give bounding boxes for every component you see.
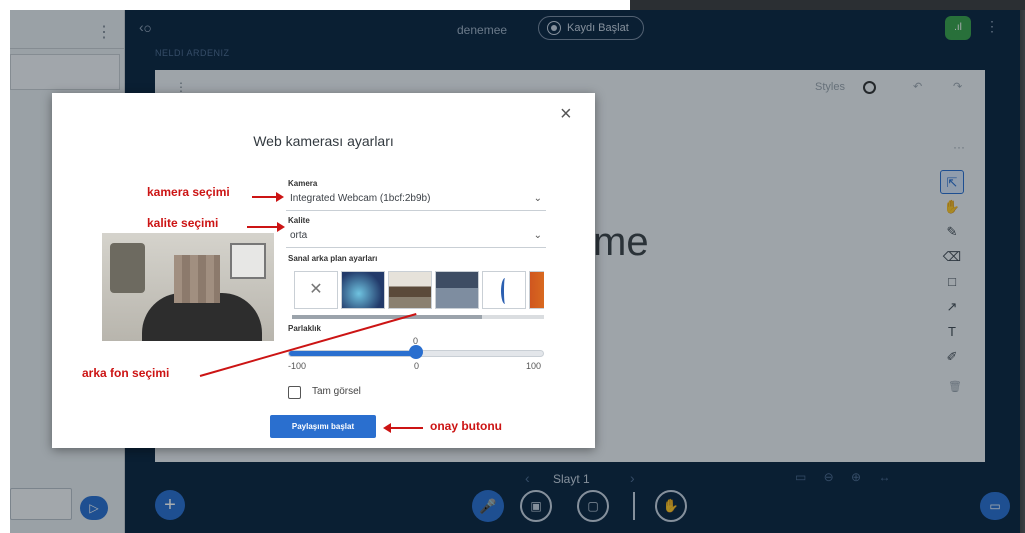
webcam-settings-dialog: Web kamerası ayarları × Kamera Integrate… [52, 93, 595, 448]
camera-value: Integrated Webcam (1bcf:2b9b) [290, 193, 431, 204]
background-option-4[interactable] [482, 271, 526, 309]
annotation-arrow-quality [247, 222, 285, 232]
quality-label: Kalite [288, 216, 310, 225]
background-option-1[interactable] [341, 271, 385, 309]
annotation-background: arka fon seçimi [82, 366, 170, 380]
background-label: Sanal arka plan ayarları [288, 254, 378, 263]
annotation-quality: kalite seçimi [147, 216, 219, 230]
start-sharing-button[interactable]: Paylaşımı başlat [270, 415, 376, 438]
background-option-3[interactable] [435, 271, 479, 309]
dialog-title: Web kamerası ayarları [253, 133, 394, 149]
screenshot-frame: ⋮ ▷ ‹ဝ denemee Kaydı Başlat .ıl ⋮ NELDI … [0, 0, 1025, 533]
chevron-down-icon: ⌄ [533, 193, 542, 204]
logo-swirl [501, 278, 509, 304]
background-option-5[interactable] [529, 271, 544, 309]
preview-plant [110, 243, 145, 293]
preview-picture-frame [230, 243, 266, 279]
annotation-confirm: onay butonu [430, 419, 502, 433]
close-icon[interactable]: × [560, 103, 572, 126]
background-scrollbar[interactable] [292, 315, 544, 319]
camera-select[interactable]: Integrated Webcam (1bcf:2b9b) ⌄ [286, 189, 546, 211]
background-option-2[interactable] [388, 271, 432, 309]
slider-knob[interactable] [409, 345, 423, 359]
camera-preview [102, 233, 274, 341]
annotation-camera: kamera seçimi [147, 185, 230, 199]
brightness-max: 100 [526, 361, 542, 371]
preview-blurred-face [174, 255, 220, 303]
quality-value: orta [290, 230, 308, 241]
scrollbar-thumb[interactable] [292, 315, 482, 319]
background-options: ✕ [292, 271, 544, 313]
annotation-arrow-camera [252, 192, 284, 202]
brightness-label: Parlaklık [288, 324, 321, 333]
chevron-down-icon: ⌄ [533, 230, 542, 241]
brightness-mid: 0 [414, 361, 420, 371]
quality-select[interactable]: orta ⌄ [286, 226, 546, 248]
full-view-checkbox[interactable] [288, 386, 301, 399]
full-view-label: Tam görsel [312, 386, 361, 397]
background-none-option[interactable]: ✕ [294, 271, 338, 309]
brightness-min: -100 [288, 361, 307, 371]
slider-fill [289, 351, 416, 356]
annotation-arrow-confirm [383, 423, 423, 433]
camera-label: Kamera [288, 179, 318, 188]
